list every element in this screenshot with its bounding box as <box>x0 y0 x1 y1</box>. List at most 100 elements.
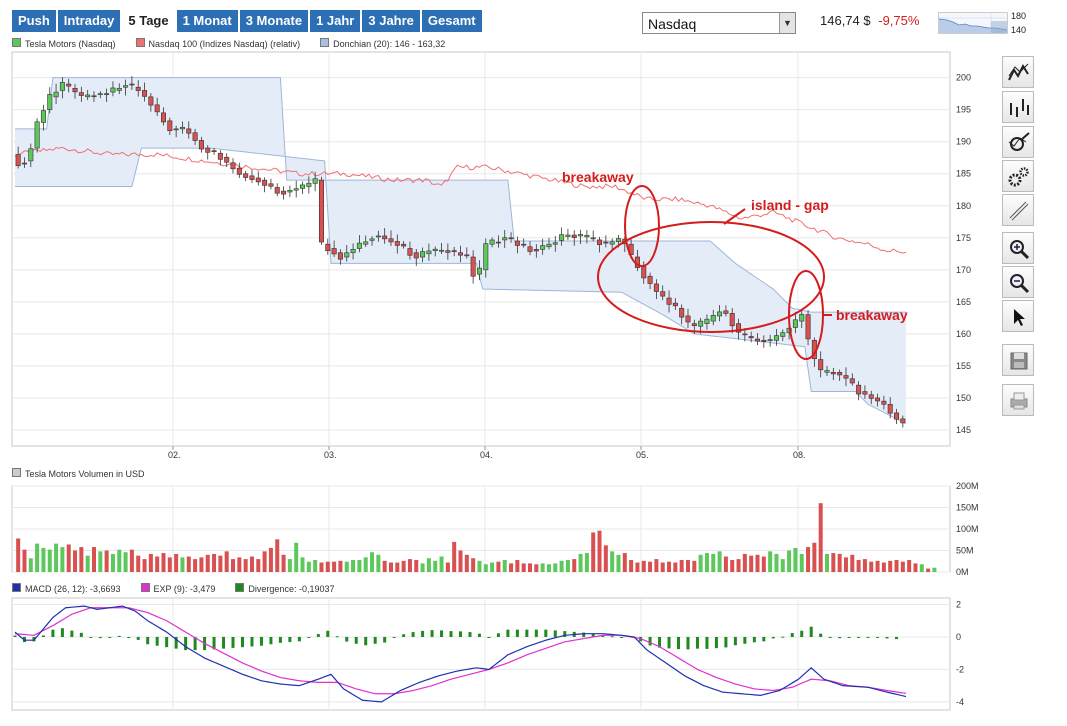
candle <box>837 372 843 376</box>
divergence-bar <box>468 632 472 637</box>
candle <box>21 162 27 165</box>
divergence-bar <box>165 636 169 648</box>
volume-bar <box>730 559 735 572</box>
zoom-out-button[interactable] <box>1002 266 1034 298</box>
volume-bar <box>104 550 109 572</box>
divergence-bar <box>895 636 899 640</box>
save-button[interactable] <box>1002 344 1034 376</box>
volume-bar <box>711 553 716 572</box>
volume-bar <box>281 554 286 572</box>
zoom-in-icon <box>1010 240 1030 260</box>
price-tick-label: 185 <box>956 169 971 179</box>
divergence-bar <box>487 636 491 638</box>
ohlc-chart-icon <box>1010 99 1029 117</box>
drawing-tool-button[interactable] <box>1002 194 1034 226</box>
candle <box>597 239 603 245</box>
candle <box>28 148 34 162</box>
divergence-bar <box>402 634 406 637</box>
divergence-bar <box>117 635 121 637</box>
indicator-button[interactable] <box>1002 126 1034 158</box>
divergence-bar <box>752 636 756 643</box>
volume-bar <box>363 557 368 572</box>
candle <box>312 178 318 184</box>
volume-bar <box>584 553 589 572</box>
print-button[interactable] <box>1002 384 1034 416</box>
divergence-bar <box>411 632 415 637</box>
volume-tick-label: 150M <box>956 503 979 513</box>
volume-bar <box>565 559 570 572</box>
day-tick-label: 08. <box>793 450 806 460</box>
divergence-bar <box>610 636 614 638</box>
divergence-bar <box>544 629 548 637</box>
divergence-bar <box>506 629 510 637</box>
candle <box>186 128 192 134</box>
divergence-bar <box>51 629 55 637</box>
volume-bar <box>723 556 728 572</box>
candle <box>900 418 906 424</box>
divergence-bar <box>847 636 851 638</box>
volume-bar <box>445 562 450 572</box>
save-icon <box>1010 352 1028 370</box>
candle <box>894 412 900 420</box>
candle <box>34 121 40 149</box>
volume-bar <box>300 557 305 572</box>
candle <box>230 162 236 170</box>
candle <box>584 235 590 238</box>
pointer-button[interactable] <box>1002 300 1034 332</box>
candle <box>432 248 438 251</box>
divergence-bar <box>714 636 718 649</box>
candle <box>161 112 167 123</box>
candle <box>104 93 110 95</box>
divergence-bar <box>430 630 434 637</box>
candle <box>565 234 571 237</box>
volume-bar <box>193 559 198 572</box>
pointer-icon <box>1014 309 1025 326</box>
volume-bar <box>231 559 236 572</box>
volume-bar <box>616 554 621 572</box>
volume-bar <box>268 547 273 572</box>
volume-bar <box>458 550 463 572</box>
volume-bar <box>660 562 665 572</box>
divergence-bar <box>781 636 785 638</box>
candle <box>609 241 615 245</box>
divergence-bar <box>686 636 690 650</box>
volume-bar <box>490 562 495 572</box>
settings-button[interactable] <box>1002 160 1034 192</box>
candle <box>590 237 596 240</box>
line-chart-button[interactable] <box>1002 56 1034 88</box>
divergence-bar <box>743 636 747 644</box>
divergence-bar <box>146 636 150 645</box>
candle <box>300 184 306 189</box>
volume-bar <box>199 557 204 572</box>
candle <box>527 246 533 252</box>
candle <box>15 154 21 166</box>
chart-area: 145 150 155 160 165 170 175 180 185 190 195 200 02. 0… <box>11 51 979 711</box>
divergence-bar <box>269 636 273 645</box>
candle <box>792 319 798 328</box>
candle <box>53 91 59 98</box>
volume-bar <box>907 559 912 572</box>
divergence-bar <box>790 633 794 637</box>
volume-bar <box>28 558 33 572</box>
price-tick-label: 145 <box>956 425 971 435</box>
candle <box>306 182 312 187</box>
volume-bar <box>344 561 349 572</box>
volume-bar <box>249 556 254 572</box>
volume-bar <box>110 553 115 572</box>
candle <box>552 242 558 245</box>
divergence-bar <box>326 630 330 637</box>
zoom-in-button[interactable] <box>1002 232 1034 264</box>
price-tick-label: 155 <box>956 361 971 371</box>
volume-bar <box>755 554 760 572</box>
candle <box>135 86 141 91</box>
divergence-bar <box>383 636 387 643</box>
candle <box>653 283 659 292</box>
volume-bar <box>597 530 602 572</box>
divergence-bar <box>250 636 254 647</box>
volume-bar <box>148 553 153 572</box>
settings-icon <box>1008 167 1029 187</box>
volume-bar <box>546 564 551 572</box>
divergence-bar <box>885 636 889 639</box>
candle <box>388 238 394 243</box>
ohlc-chart-button[interactable] <box>1002 91 1034 123</box>
